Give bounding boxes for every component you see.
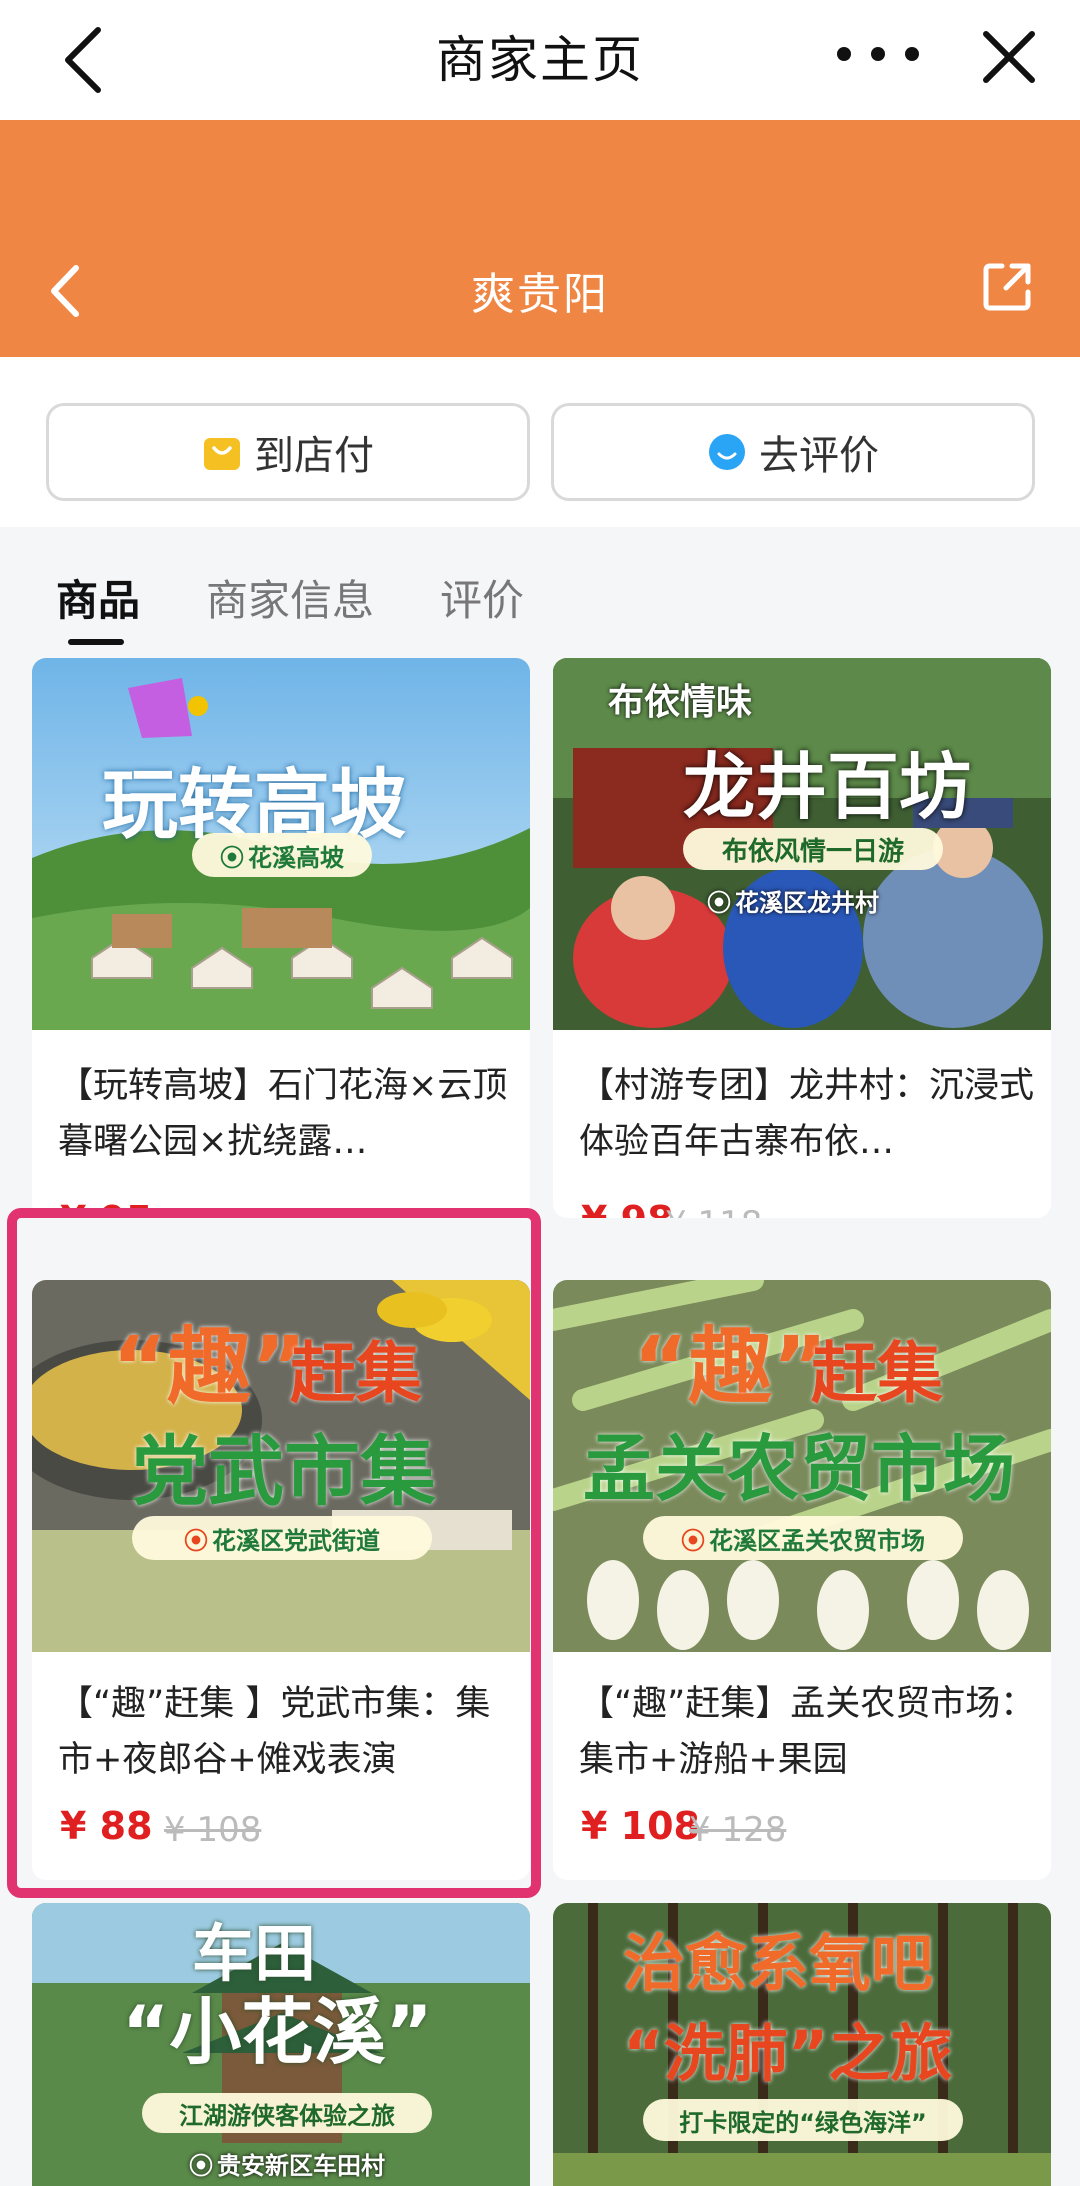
shop-name: 爽贵阳 (471, 269, 609, 320)
original-price: ¥ 118 (665, 1204, 762, 1218)
product-price: ¥ 98 (581, 1198, 674, 1218)
image-location: 贵安新区车田村 (217, 2151, 385, 2180)
image-location-pill: ⦿ 贵安新区车田村 (162, 2143, 412, 2183)
image-subtitle-pill: 打卡限定的“绿色海洋” (643, 2099, 963, 2141)
product-image: 玩转高坡 ⦿ 花溪高坡 (32, 658, 530, 1030)
product-image: 布依情味 龙井百坊 布依风情一日游 ⦿ 花溪区龙井村 (553, 658, 1051, 1030)
image-subtitle-pill: 江湖游侠客体验之旅 (142, 2093, 432, 2133)
product-image: 治愈系氧吧 “洗肺”之旅 打卡限定的“绿色海洋” (553, 1903, 1051, 2186)
shop-header: 爽贵阳 (0, 120, 1080, 357)
product-card[interactable]: 治愈系氧吧 “洗肺”之旅 打卡限定的“绿色海洋” (553, 1903, 1051, 2186)
image-fair-label: 赶集 (811, 1335, 943, 1412)
product-card[interactable]: 车田 “小花溪” 江湖游侠客体验之旅 ⦿ 贵安新区车田村 (32, 1903, 530, 2186)
image-location: 花溪高坡 (248, 843, 344, 872)
write-review-button[interactable]: 去评价 (551, 403, 1035, 501)
location-pin-icon: ⦿ (189, 2151, 213, 2180)
close-icon[interactable] (978, 26, 1040, 88)
product-card[interactable]: “趣” 赶集 孟关农贸市场 ⦿ 花溪区孟关农贸市场 【“趣”赶集】孟关农贸市场：… (553, 1280, 1051, 1880)
image-location: 花溪区孟关农贸市场 (709, 1526, 925, 1555)
more-options-icon[interactable] (828, 22, 928, 82)
location-pin-icon: ⦿ (707, 888, 731, 917)
location-pin-icon: ⦿ (220, 843, 244, 872)
image-fun-label: “趣” (633, 1318, 828, 1416)
tab-bar: 商品 商家信息 评价 (0, 527, 1080, 645)
image-top-label: 治愈系氧吧 (623, 1927, 934, 2000)
chat-bubble-icon (709, 434, 745, 470)
tab-merchant-info[interactable]: 商家信息 (206, 567, 374, 628)
product-card[interactable]: 布依情味 龙井百坊 布依风情一日游 ⦿ 花溪区龙井村 【村游专团】龙井村：沉浸式… (553, 658, 1051, 1218)
tab-reviews[interactable]: 评价 (440, 567, 524, 628)
top-nav-bar: 商家主页 (0, 0, 1080, 120)
product-name: 【“趣”赶集】孟关农贸市场：集市+游船+果园 (579, 1684, 1036, 1780)
product-price: ¥ 108 (581, 1804, 700, 1848)
location-pin-icon: ⦿ (681, 1526, 705, 1555)
pay-button-label: 到店付 (254, 433, 374, 479)
image-top-label: 布依情味 (608, 682, 753, 723)
product-card[interactable]: 玩转高坡 ⦿ 花溪高坡 【玩转高坡】石门花海×云顶暮曙公园×扰绕露… ¥ 95 … (32, 658, 530, 1218)
screen: { "topnav": { "title": "商家主页" }, "shop":… (0, 0, 1080, 2186)
shopping-bag-icon (204, 438, 240, 470)
product-image: “趣” 赶集 孟关农贸市场 ⦿ 花溪区孟关农贸市场 (553, 1280, 1051, 1652)
review-button-label: 去评价 (759, 433, 879, 479)
tab-products[interactable]: 商品 (56, 567, 140, 628)
image-title: 孟关农贸市场 (583, 1427, 1016, 1511)
selection-highlight (7, 1208, 541, 1898)
active-tab-indicator (68, 639, 124, 645)
action-bar: 到店付 去评价 (0, 357, 1080, 527)
image-location-pill: ⦿ 花溪区孟关农贸市场 (643, 1516, 963, 1560)
image-title: “小花溪” (122, 1990, 433, 2074)
image-title: “洗肺”之旅 (623, 2017, 953, 2090)
product-name: 【玩转高坡】石门花海×云顶暮曙公园×扰绕露… (58, 1066, 508, 1162)
original-price: ¥ 128 (689, 1810, 787, 1850)
image-location-pill: ⦿ 花溪高坡 (192, 833, 372, 877)
product-name: 【村游专团】龙井村：沉浸式体验百年古寨布依… (579, 1066, 1035, 1162)
image-location-pill: ⦿ 花溪区龙井村 (673, 880, 913, 920)
product-image: 车田 “小花溪” 江湖游侠客体验之旅 ⦿ 贵安新区车田村 (32, 1903, 530, 2186)
image-subtitle-pill: 布依风情一日游 (683, 828, 943, 870)
image-location: 花溪区龙井村 (735, 888, 879, 917)
pay-at-store-button[interactable]: 到店付 (46, 403, 530, 501)
image-title: 龙井百坊 (683, 745, 972, 829)
share-icon[interactable] (980, 258, 1036, 314)
